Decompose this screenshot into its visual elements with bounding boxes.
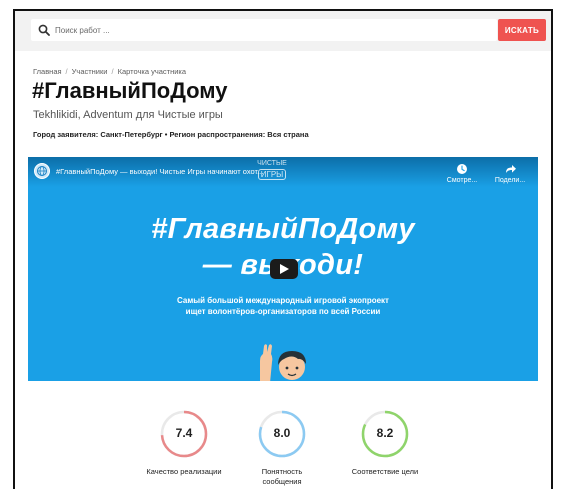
rating-clarity: 8.0 Понятность сообщения [234,409,330,487]
video-description-line1: Самый большой международный игровой экоп… [177,296,389,305]
breadcrumb-home-link[interactable]: Главная [33,67,62,76]
rating-value: 8.2 [376,426,394,440]
watch-later-label: Смотре... [446,177,478,184]
breadcrumb-participants-link[interactable]: Участники [72,67,108,76]
search-button[interactable]: ИСКАТЬ [498,19,546,41]
watermark-line1: ЧИСТЫЕ [257,160,287,167]
video-headline-line1: #ГлавныйПоДому [151,213,415,245]
video-description-line2: ищет волонтёров-организаторов по всей Ро… [185,307,381,316]
search-icon [38,24,50,36]
breadcrumb-separator: / [65,67,68,76]
video-title[interactable]: #ГлавныйПоДому — выходи! Чистые Игры нач… [56,167,263,176]
breadcrumb-separator: / [111,67,114,76]
share-label: Подели... [494,177,526,184]
rating-value: 7.4 [175,426,193,440]
waving-person-illustration [260,344,306,381]
clock-icon [457,164,467,174]
rating-value: 8.0 [273,426,291,440]
search-input[interactable] [55,19,485,41]
watch-later-button[interactable]: Смотре... [442,163,482,184]
page-frame: ИСКАТЬ Главная/Участники/Карточка участн… [13,9,553,489]
globe-icon [37,166,47,176]
rating-gauge: 8.2 [360,409,410,459]
rating-label: Понятность сообщения [261,467,303,486]
rating-gauge: 7.4 [159,409,209,459]
top-search-bar: ИСКАТЬ [15,11,551,51]
channel-watermark: ЧИСТЫЕ ИГРЫ [254,159,290,185]
main-content: Главная / Участники / Карточка участника #Гл… [15,51,551,489]
share-button[interactable]: Подели... [490,163,530,184]
page-title: #ГлавныйПоДому [32,78,228,103]
rating-goal-fit: 8.2 Соответствие цели [337,409,433,477]
rating-quality: 7.4 Качество реализации [136,409,232,477]
play-button[interactable] [270,259,298,279]
rating-label: Качество реализации [146,467,222,476]
page-subtitle: Tekhlikidi, Adventum для Чистые игры [33,109,223,121]
play-icon [280,264,289,274]
rating-gauge: 8.0 [257,409,307,459]
channel-avatar[interactable] [34,163,50,179]
breadcrumb-current: Карточка участника [117,67,187,76]
region-info: Город заявителя: Санкт-Петербург • Регио… [33,130,309,139]
search-box[interactable] [31,19,497,41]
video-description: Самый большой международный игровой экоп… [28,295,538,317]
watermark-line2: ИГРЫ [257,169,287,180]
video-player[interactable]: #ГлавныйПоДому — выходи! Чистые Игры нач… [28,157,538,381]
breadcrumb: Главная / Участники / Карточка участника [33,67,186,76]
rating-label: Соответствие цели [351,467,419,476]
share-arrow-icon [506,165,516,173]
